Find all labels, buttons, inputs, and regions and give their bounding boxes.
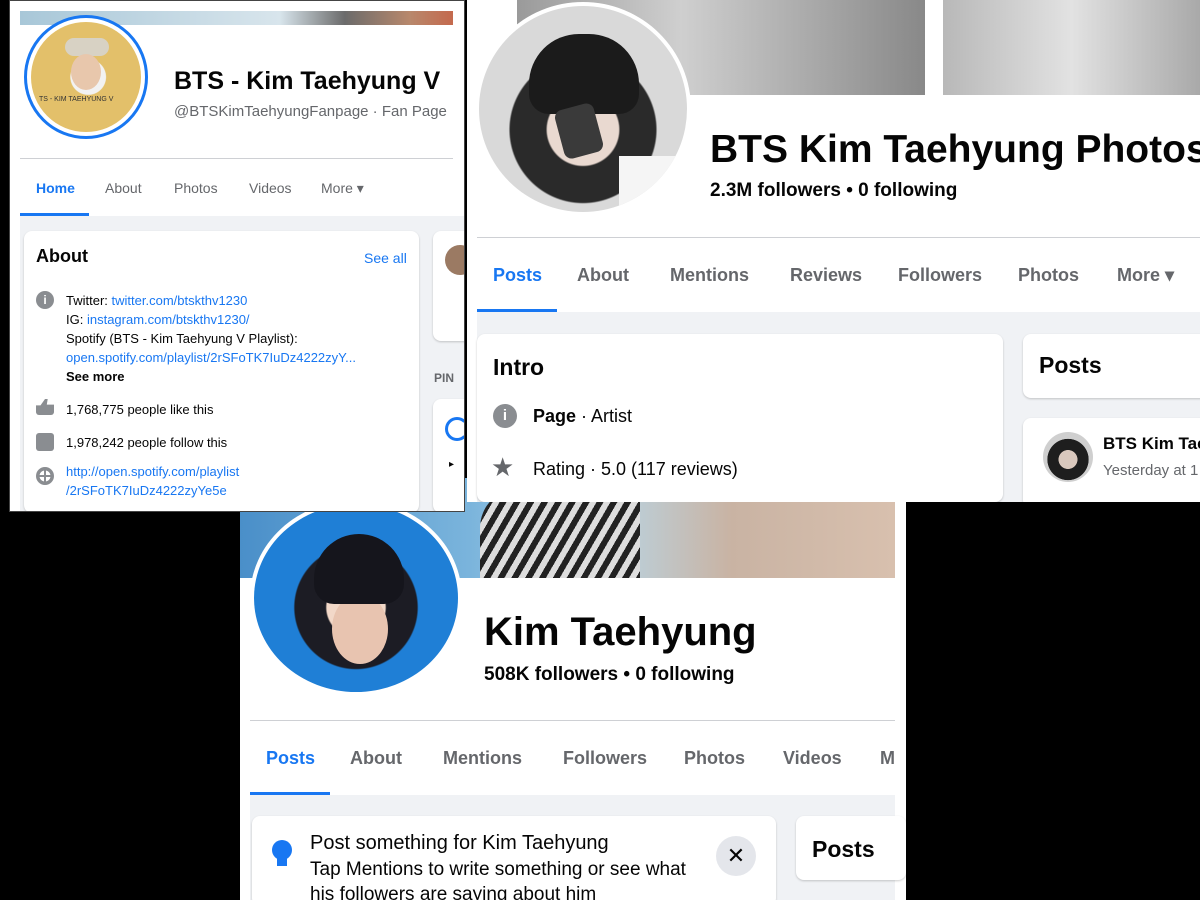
posts-heading: Posts [1039, 352, 1102, 378]
globe-icon [36, 467, 54, 485]
spinner-icon [445, 417, 464, 441]
likes-count: 1,768,775 people like this [66, 402, 214, 417]
divider [477, 237, 1200, 238]
tab-about[interactable]: About [350, 748, 402, 769]
page-kim-taehyung: Kim Taehyung 508K followers • 0 followin… [240, 478, 906, 900]
posts-heading: Posts [812, 836, 875, 862]
intro-card: Intro i Page · Artist ★ Rating · 5.0 (11… [477, 334, 1003, 502]
bullet-icon: ▸ [449, 459, 455, 470]
ig-line: IG: instagram.com/btskthv1230/ [66, 312, 250, 327]
lightbulb-icon [272, 840, 292, 860]
twitter-line: Twitter: twitter.com/btskthv1230 [66, 293, 247, 308]
page-category: Page · Artist [533, 406, 632, 427]
tab-reviews[interactable]: Reviews [790, 265, 862, 286]
posts-card: Posts [1023, 334, 1200, 398]
tab-mentions[interactable]: Mentions [670, 265, 749, 286]
followers-count: 1,978,242 people follow this [66, 435, 228, 450]
post-author-avatar[interactable] [1043, 432, 1093, 482]
post-author[interactable]: BTS Kim Tae [1103, 434, 1200, 454]
post-card: BTS Kim Tae Yesterday at 1 [1023, 418, 1200, 502]
thumbs-up-icon [36, 399, 54, 415]
close-button[interactable]: ✕ [716, 836, 756, 876]
tab-about[interactable]: About [577, 265, 629, 286]
star-icon: ★ [491, 452, 515, 482]
profile-avatar[interactable] [475, 2, 691, 216]
intro-heading: Intro [493, 354, 545, 380]
tab-videos[interactable]: Videos [249, 180, 292, 196]
mini-avatar[interactable] [445, 245, 464, 275]
twitter-link[interactable]: twitter.com/btskthv1230 [112, 293, 248, 308]
follow-icon [36, 433, 54, 451]
tab-more[interactable]: More ▾ [1117, 265, 1174, 286]
tab-videos[interactable]: Videos [783, 748, 842, 769]
tab-mentions[interactable]: Mentions [443, 748, 522, 769]
tab-photos[interactable]: Photos [1018, 265, 1079, 286]
tab-more[interactable]: More ▾ [321, 180, 364, 197]
info-icon: i [493, 404, 517, 428]
see-more-link[interactable]: See more [66, 369, 125, 384]
prompt-body: Tap Mentions to write something or see w… [310, 859, 686, 880]
page-bts-kim-taehyung-v: TS - KIM TAEHYUNG V BTS - Kim Taehyung V… [9, 0, 465, 512]
spotify-label: Spotify (BTS - Kim Taehyung V Playlist): [66, 331, 298, 346]
ig-label: IG: [66, 312, 84, 327]
website-link[interactable]: http://open.spotify.com/playlist [66, 464, 239, 479]
avatar-caption: TS - KIM TAEHYUNG V [39, 96, 114, 103]
page-bts-kim-taehyung-photos: BTS Kim Taehyung Photos 2.3M followers •… [467, 0, 1200, 502]
profile-avatar[interactable]: TS - KIM TAEHYUNG V [24, 15, 148, 139]
ig-link[interactable]: instagram.com/btskthv1230/ [87, 312, 250, 327]
tab-posts[interactable]: Posts [266, 748, 315, 769]
pinned-card: ▸ [433, 399, 464, 511]
prompt-body-2: his followers are saying about him [310, 884, 597, 900]
rating-text: Rating · 5.0 (117 reviews) [533, 459, 738, 479]
see-all-link[interactable]: See all [364, 250, 407, 266]
tab-photos[interactable]: Photos [684, 748, 745, 769]
divider [250, 720, 895, 721]
prompt-title: Post something for Kim Taehyung [310, 832, 609, 854]
post-time[interactable]: Yesterday at 1 [1103, 462, 1198, 479]
page-label: Page [533, 406, 577, 426]
page-title: BTS Kim Taehyung Photos [710, 128, 1200, 171]
info-icon: i [36, 291, 54, 309]
profile-avatar[interactable] [250, 500, 462, 696]
posts-card: Posts [796, 816, 906, 880]
post-prompt-card: Post something for Kim Taehyung Tap Ment… [252, 816, 776, 900]
page-title: Kim Taehyung [484, 610, 757, 654]
pinned-label: PIN [434, 371, 455, 385]
follower-stats: 2.3M followers • 0 following [710, 180, 958, 201]
follower-stats: 508K followers • 0 following [484, 664, 735, 685]
tab-photos[interactable]: Photos [174, 180, 218, 196]
website-link-2[interactable]: /2rSFoTK7IuDz4222zyYe5e [66, 483, 227, 498]
about-card: About See all i Twitter: twitter.com/bts… [24, 231, 419, 511]
tab-posts[interactable]: Posts [493, 265, 542, 286]
page-type: · Artist [576, 406, 633, 426]
page-handle: @BTSKimTaehyungFanpage · Fan Page [174, 103, 447, 120]
twitter-label: Twitter: [66, 293, 108, 308]
side-card [433, 231, 464, 341]
spotify-link[interactable]: open.spotify.com/playlist/2rSFoTK7IuDz42… [66, 350, 356, 365]
tab-followers[interactable]: Followers [563, 748, 647, 769]
page-title: BTS - Kim Taehyung V [174, 67, 441, 95]
about-heading: About [36, 246, 88, 266]
tab-home[interactable]: Home [36, 180, 75, 196]
divider [20, 158, 453, 159]
tab-followers[interactable]: Followers [898, 265, 982, 286]
close-icon: ✕ [726, 843, 746, 868]
tab-about[interactable]: About [105, 180, 142, 196]
tab-more[interactable]: M [880, 748, 895, 769]
